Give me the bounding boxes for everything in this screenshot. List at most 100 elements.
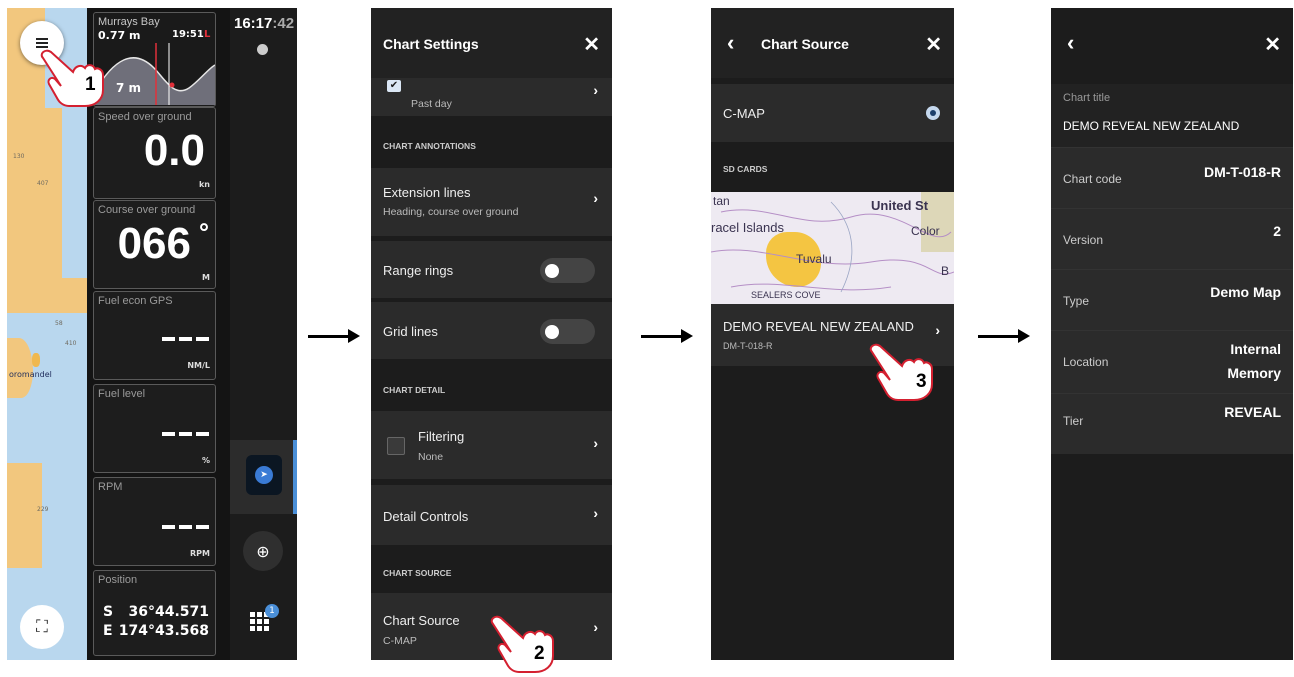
step-number: 1 — [85, 74, 96, 95]
course-tile[interactable]: Course over ground 066 ° M — [93, 200, 216, 289]
speed-value: 0.0 — [143, 126, 205, 175]
tide-low-marker: L — [204, 29, 211, 40]
chevron-right-icon: › — [593, 190, 598, 206]
grid-lines-toggle[interactable] — [540, 319, 595, 344]
rpm-tile[interactable]: RPM RPM — [93, 477, 216, 566]
chevron-right-icon: › — [593, 619, 598, 635]
info-value: Demo Map — [1210, 284, 1281, 300]
section-header: CHART SOURCE — [383, 568, 452, 578]
range-rings-label: Range rings — [383, 263, 454, 278]
chevron-right-icon: › — [593, 505, 598, 521]
longitude: 174°43.568 — [118, 623, 209, 639]
tide-location: Murrays Bay — [98, 16, 160, 28]
navigate-arrow-icon: ➤ — [255, 466, 273, 484]
speed-tile[interactable]: Speed over ground 0.0 kn — [93, 107, 216, 199]
chart-info-panel: ‹ ✕ Chart title DEMO REVEAL NEW ZEALAND … — [1051, 8, 1293, 660]
depth-label: 130 — [13, 153, 25, 160]
info-value: REVEAL — [1224, 404, 1281, 420]
chart-source-sub: C-MAP — [383, 635, 417, 647]
fuel-econ-unit: NM/L — [187, 361, 210, 370]
checkbox-checked[interactable]: ✔ — [387, 80, 401, 92]
info-value: DM-T-018-R — [1203, 164, 1281, 180]
course-value: 066 — [117, 219, 191, 268]
extension-lines-row[interactable]: Extension lines Heading, course over gro… — [371, 168, 612, 236]
chart-title-block: Chart title DEMO REVEAL NEW ZEALAND — [1051, 84, 1293, 147]
sd-chart-title: DEMO REVEAL NEW ZEALAND — [723, 319, 914, 334]
filtering-sub: None — [418, 451, 444, 463]
range-rings-row[interactable]: Range rings — [371, 241, 612, 298]
lon-hemisphere: E — [103, 623, 113, 639]
info-row-location: Location Internal Memory — [1051, 330, 1293, 393]
course-label: Course over ground — [98, 204, 196, 216]
side-rail: 16:17:42 ➤ ⊕ 1 — [230, 8, 297, 660]
vessel-mode-button[interactable]: ➤ — [246, 455, 282, 495]
panel-title: Chart Settings — [383, 36, 479, 52]
tide-tile[interactable]: Murrays Bay 0.77 m 19:51 L 7 m — [93, 12, 216, 107]
map-place-label: oromandel — [9, 370, 52, 379]
chevron-right-icon: › — [593, 435, 598, 451]
depth-label: 58 — [55, 320, 63, 327]
tide-graph — [94, 43, 215, 105]
extension-lines-label: Extension lines — [383, 185, 471, 200]
fuel-level-tile[interactable]: Fuel level % — [93, 384, 216, 473]
flow-arrow — [978, 329, 1030, 343]
tap-hand-icon — [40, 49, 104, 107]
fuel-econ-tile[interactable]: Fuel econ GPS NM/L — [93, 291, 216, 380]
info-row-chart-code: Chart code DM-T-018-R — [1051, 147, 1293, 208]
map-label: tan — [713, 194, 730, 208]
section-header: SD CARDS — [723, 164, 768, 174]
depth-label: 407 — [37, 180, 49, 187]
track-history-row[interactable]: ✔ Past day › — [371, 78, 612, 116]
degree-symbol: ° — [198, 219, 210, 247]
fuel-level-label: Fuel level — [98, 388, 146, 400]
info-key: Chart code — [1063, 172, 1122, 186]
info-value: Internal Memory — [1227, 341, 1281, 381]
flow-arrow — [308, 329, 360, 343]
section-header: CHART ANNOTATIONS — [383, 141, 476, 151]
panel-header: Chart Settings ✕ — [371, 8, 612, 78]
rpm-unit: RPM — [190, 549, 210, 558]
info-key: Tier — [1063, 414, 1084, 428]
checkbox-unchecked[interactable] — [387, 437, 405, 455]
map-label: SEALERS COVE — [751, 290, 821, 300]
chart-preview-map: United St racel Islands Tuvalu Color SEA… — [711, 192, 954, 304]
depth-label: 410 — [65, 340, 77, 347]
rail-accent-bar — [293, 440, 297, 514]
grid-lines-label: Grid lines — [383, 324, 438, 339]
back-chevron-icon[interactable]: ‹ — [1067, 30, 1074, 56]
step-number: 2 — [534, 643, 545, 664]
filtering-row[interactable]: Filtering None › — [371, 411, 612, 479]
fuel-level-unit: % — [201, 456, 210, 465]
map-label: United St — [871, 198, 929, 213]
speed-label: Speed over ground — [98, 111, 192, 123]
position-label: Position — [98, 574, 138, 586]
step-number: 3 — [916, 371, 927, 392]
chart-title-label: Chart title — [1063, 92, 1111, 104]
detail-controls-row[interactable]: Detail Controls › — [371, 485, 612, 545]
lat-hemisphere: S — [103, 604, 114, 620]
position-tile[interactable]: Position S 36°44.571 E 174°43.568 — [93, 570, 216, 656]
latitude: 36°44.571 — [128, 604, 209, 620]
fullscreen-button[interactable]: ⛶ — [20, 605, 64, 649]
pin-plus-icon: ⊕ — [256, 541, 270, 561]
back-chevron-icon[interactable]: ‹ — [727, 30, 734, 56]
panel-header: ‹ Chart Source ✕ — [711, 8, 954, 78]
grid-lines-row[interactable]: Grid lines — [371, 302, 612, 359]
radio-selected[interactable] — [926, 106, 940, 120]
close-icon[interactable]: ✕ — [1264, 32, 1281, 57]
range-rings-toggle[interactable] — [540, 258, 595, 283]
add-waypoint-button[interactable]: ⊕ — [243, 531, 283, 571]
globe-icon[interactable] — [257, 44, 268, 55]
close-icon[interactable]: ✕ — [583, 32, 600, 57]
close-icon[interactable]: ✕ — [925, 32, 942, 57]
cmap-source-row[interactable]: C-MAP — [711, 84, 954, 142]
info-key: Location — [1063, 355, 1109, 369]
chevron-right-icon: › — [593, 82, 598, 98]
apps-button[interactable]: 1 — [250, 604, 279, 638]
cmap-label: C-MAP — [723, 106, 765, 121]
chart-source-panel: ‹ Chart Source ✕ C-MAP SD CARDS United S… — [711, 8, 954, 660]
extension-lines-sub: Heading, course over ground — [383, 206, 519, 218]
flow-arrow — [641, 329, 693, 343]
sd-chart-code: DM-T-018-R — [723, 341, 773, 351]
tide-height: 0.77 m — [98, 29, 141, 42]
